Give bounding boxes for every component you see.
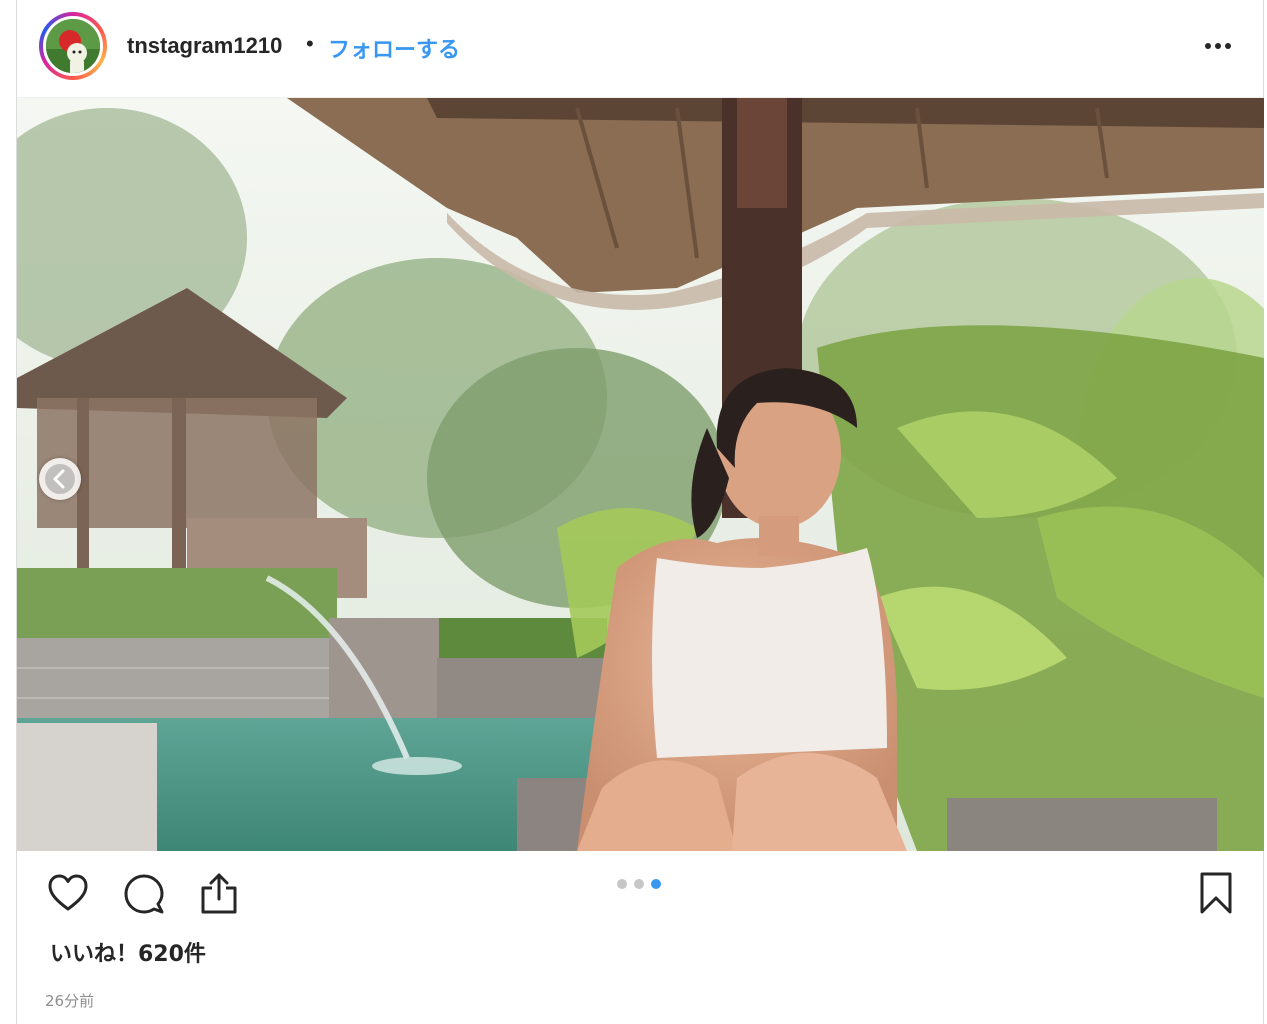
username-link[interactable]: tnstagram1210 [127, 33, 282, 59]
carousel-dot-active [651, 879, 661, 889]
carousel-dot [634, 879, 644, 889]
post-timestamp[interactable]: 26分前 [45, 990, 94, 1011]
more-horizontal-icon[interactable] [1200, 30, 1236, 62]
post-card: tnstagram1210 • フォローする いいね！620件 26分前 [16, 0, 1264, 1024]
follow-button[interactable]: フォローする [328, 32, 460, 64]
chevron-left-icon [45, 464, 75, 494]
carousel-dot [617, 879, 627, 889]
likes-count[interactable]: いいね！620件 [50, 936, 206, 968]
action-bar [17, 851, 1263, 941]
post-header: tnstagram1210 • フォローする [17, 0, 1263, 98]
heart-icon[interactable] [47, 873, 89, 918]
share-icon[interactable] [199, 871, 239, 920]
comment-icon[interactable] [123, 873, 165, 920]
bookmark-icon[interactable] [1199, 871, 1233, 920]
post-photo[interactable] [17, 98, 1264, 851]
avatar[interactable] [39, 12, 107, 80]
separator-dot: • [306, 31, 314, 56]
avatar-image [43, 16, 103, 76]
carousel-prev-button[interactable] [39, 458, 81, 500]
